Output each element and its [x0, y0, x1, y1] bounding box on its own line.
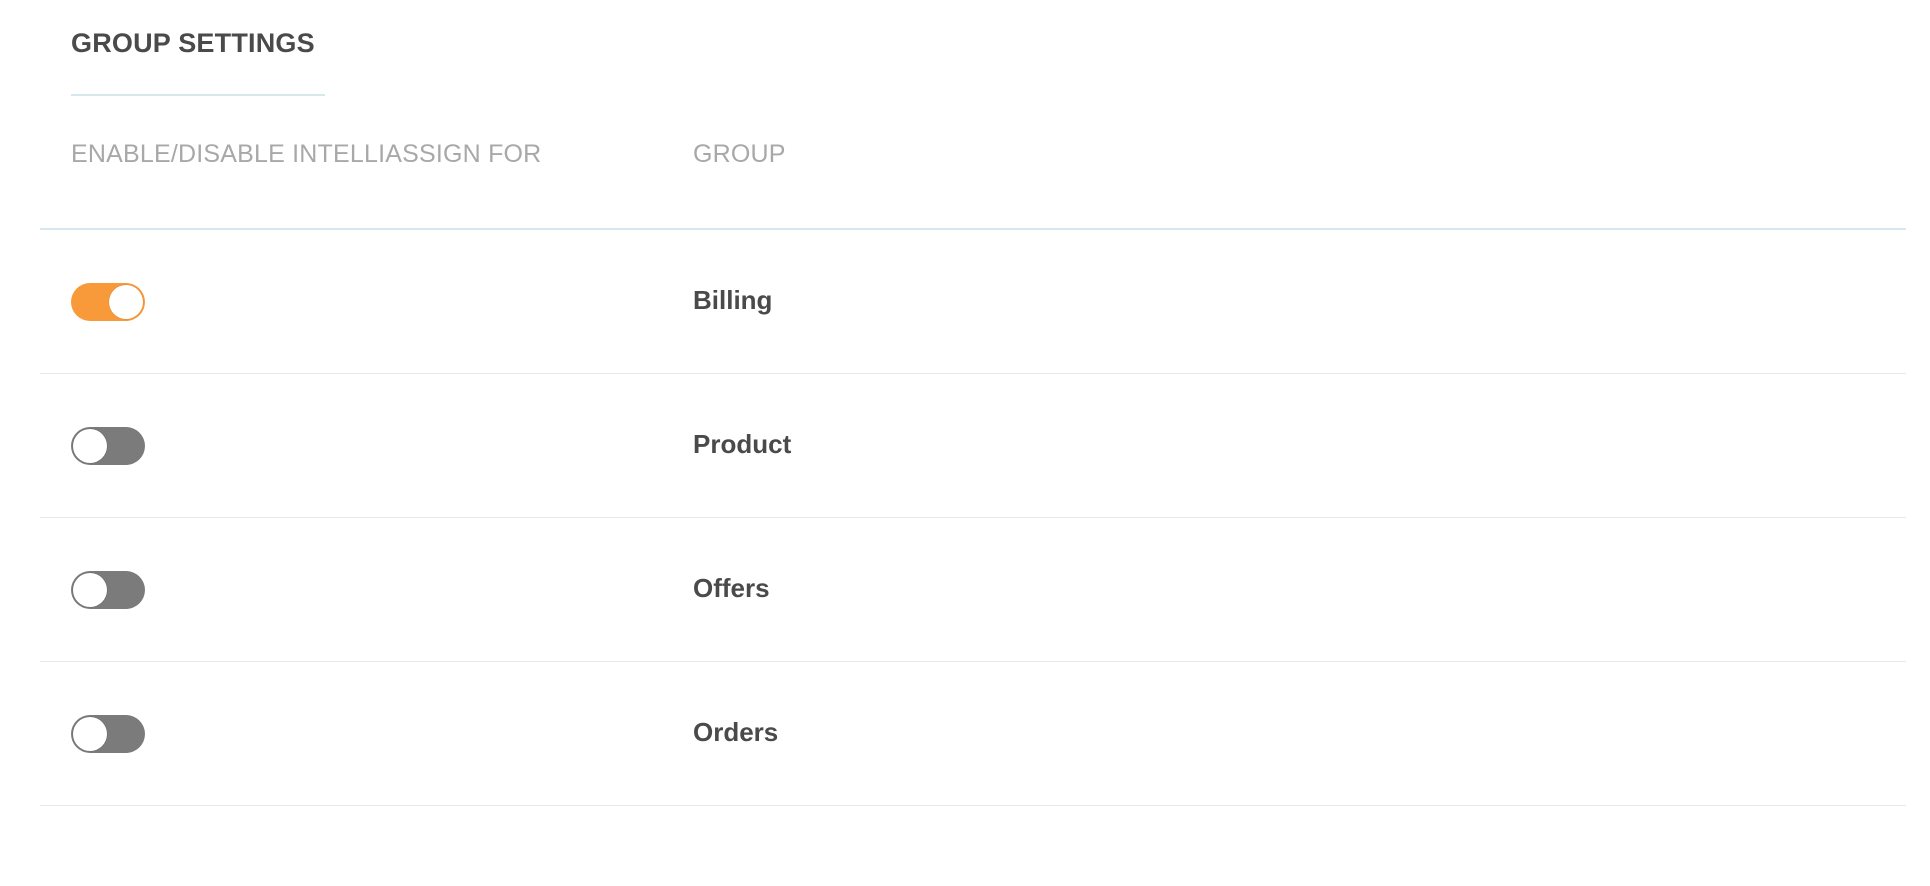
intelliassign-toggle-product[interactable] [71, 427, 145, 465]
group-settings-panel: GROUP SETTINGS ENABLE/DISABLE INTELLIASS… [40, 0, 1906, 886]
table-row: Offers [40, 518, 1906, 662]
page-title: GROUP SETTINGS [71, 28, 315, 58]
column-header-group: GROUP [693, 140, 786, 168]
group-name: Offers [693, 573, 770, 603]
intelliassign-toggle-offers[interactable] [71, 571, 145, 609]
intelliassign-toggle-orders[interactable] [71, 715, 145, 753]
group-list: Billing Product Offers Orders [40, 230, 1906, 806]
toggle-knob [109, 285, 143, 319]
intelliassign-toggle-billing[interactable] [71, 283, 145, 321]
column-header-toggle: ENABLE/DISABLE INTELLIASSIGN FOR [71, 140, 542, 168]
group-name: Orders [693, 717, 779, 747]
group-name: Product [693, 429, 792, 459]
group-name: Billing [693, 285, 773, 315]
table-row: Product [40, 374, 1906, 518]
toggle-knob [73, 717, 107, 751]
table-row: Billing [40, 230, 1906, 374]
toggle-knob [73, 573, 107, 607]
table-row: Orders [40, 662, 1906, 806]
title-underline [71, 94, 325, 96]
table-header: ENABLE/DISABLE INTELLIASSIGN FOR GROUP [40, 140, 1906, 230]
toggle-knob [73, 429, 107, 463]
